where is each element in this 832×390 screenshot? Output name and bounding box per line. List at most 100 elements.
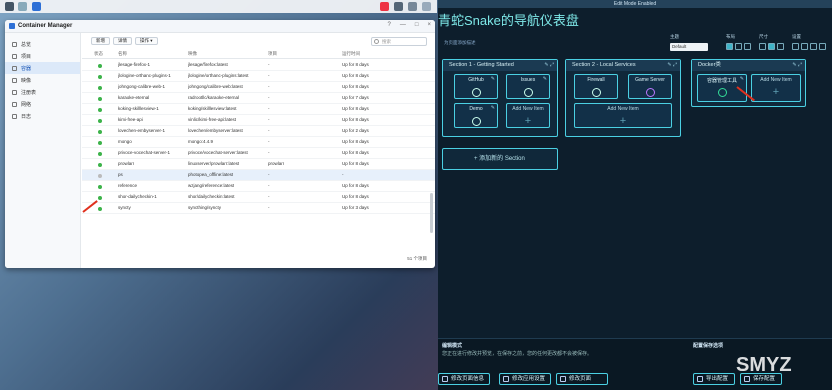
column-image[interactable]: 映像 xyxy=(188,49,197,59)
main-menu-icon[interactable] xyxy=(5,2,14,11)
sidebar-item-overview[interactable]: 总览 xyxy=(5,38,80,50)
user-icon[interactable] xyxy=(394,2,403,11)
edit-page-info-button[interactable]: 修改页面信息 xyxy=(438,373,490,385)
status-indicator-icon xyxy=(98,173,102,178)
sidebar-item-logs[interactable]: 日志 xyxy=(5,110,80,122)
cell-image: syncthing/syncty xyxy=(188,205,222,210)
section-header[interactable]: Section 1 - Getting Started ✎ ⤢ xyxy=(443,60,557,71)
minimize-button[interactable]: — xyxy=(400,22,406,28)
sidebar-item-containers[interactable]: 容器 xyxy=(5,62,80,74)
language-icon[interactable] xyxy=(819,43,826,50)
column-project[interactable]: 项目 xyxy=(268,49,277,59)
table-row[interactable]: mongo mongo:4.4.9 - Up for 8 days xyxy=(82,137,435,148)
cell-project: - xyxy=(268,95,270,100)
status-indicator-icon xyxy=(98,151,102,156)
page-title[interactable]: 青蛇Snake的导航仪表盘 xyxy=(438,10,579,29)
table-row[interactable]: prowlarr linuxserver/prowlarr:latest prowl… xyxy=(82,159,435,170)
section-getting-started: Section 1 - Getting Started ✎ ⤢ GitHub ✎ I… xyxy=(442,59,558,137)
table-row[interactable]: reference wzjang/reference:latest - Up for … xyxy=(82,181,435,192)
tile-demo[interactable]: Demo ✎ xyxy=(454,103,498,128)
theme-select[interactable]: Default xyxy=(670,43,708,51)
notification-icon[interactable] xyxy=(380,2,389,11)
table-row[interactable]: ps photopea_offline:latest - - xyxy=(82,170,435,181)
cell-uptime: - xyxy=(342,172,344,177)
search-icon[interactable] xyxy=(408,2,417,11)
table-row[interactable]: jlesage-firefox-1 jlesage/firefox:latest -… xyxy=(82,60,435,71)
table-row[interactable]: jlologine-orthanc-plugins-1 jlologine/ort… xyxy=(82,71,435,82)
theme-icon[interactable] xyxy=(801,43,808,50)
column-status[interactable]: 状态 xyxy=(94,49,103,59)
config-icon[interactable] xyxy=(810,43,817,50)
cell-project: - xyxy=(268,117,270,122)
sidebar: 总览 项目 容器 映像 注册表 网络 日志 xyxy=(5,33,81,268)
cell-project: - xyxy=(268,150,270,155)
edit-page-button[interactable]: 修改页面 xyxy=(556,373,608,385)
pen-icon[interactable]: ✎ xyxy=(740,76,744,82)
cell-project: - xyxy=(268,139,270,144)
section-menu-icons[interactable]: ✎ ⤢ xyxy=(792,60,802,71)
status-indicator-icon xyxy=(98,63,102,68)
maximize-button[interactable]: □ xyxy=(415,22,419,28)
layout-vertical-button[interactable] xyxy=(744,43,751,50)
sidebar-item-images[interactable]: 映像 xyxy=(5,74,80,86)
search-input[interactable]: 搜索 xyxy=(371,37,427,46)
sidebar-item-network[interactable]: 网络 xyxy=(5,98,80,110)
table-row[interactable]: kimi-free-api vinlic/kimi-free-api:latest… xyxy=(82,115,435,126)
wrench-icon[interactable] xyxy=(792,43,799,50)
tile-add-new-item[interactable]: Add New Item + xyxy=(574,103,672,128)
cell-image: vinlic/kimi-free-api:latest xyxy=(188,117,237,122)
layout-horizontal-button[interactable] xyxy=(735,43,742,50)
sidebar-item-registry[interactable]: 注册表 xyxy=(5,86,80,98)
widgets-icon[interactable] xyxy=(422,2,431,11)
section-menu-icons[interactable]: ✎ ⤢ xyxy=(667,60,677,71)
close-button[interactable]: × xyxy=(427,22,431,28)
new-button[interactable]: 新增 xyxy=(91,37,110,45)
cell-project: - xyxy=(268,73,270,78)
section-header[interactable]: Section 2 - Local Services ✎ ⤢ xyxy=(566,60,680,71)
table-row[interactable]: privoce-vocechat-server-1 privoce/vocecha… xyxy=(82,148,435,159)
add-section-button[interactable]: + 添加新的 Section xyxy=(442,148,558,170)
pen-icon[interactable]: ✎ xyxy=(491,76,495,82)
sidebar-item-projects[interactable]: 项目 xyxy=(5,50,80,62)
table-row[interactable]: shor-dailycheckin-1 shor/dailycheckin:lat… xyxy=(82,192,435,203)
pen-icon[interactable]: ✎ xyxy=(491,105,495,111)
table-row[interactable]: johngong-calibre-web-1 johngong/calibre-w… xyxy=(82,82,435,93)
table-row[interactable]: koking-skilllesview-1 koking/skilllesview… xyxy=(82,104,435,115)
export-icon xyxy=(697,376,703,382)
export-config-button[interactable]: 导出配置 xyxy=(693,373,735,385)
help-button[interactable]: ? xyxy=(388,22,391,28)
desktop-icon[interactable] xyxy=(18,2,27,11)
size-small-button[interactable] xyxy=(759,43,766,50)
tile-add-new-item[interactable]: Add New Item + xyxy=(751,74,801,102)
subtitle-field[interactable]: 为页面添加描述 xyxy=(444,38,504,47)
pen-icon[interactable]: ✎ xyxy=(543,76,547,82)
cell-name: karaoke-eternal xyxy=(118,95,150,100)
action-dropdown[interactable]: 操作 ▾ xyxy=(135,37,158,45)
tile-add-new-item[interactable]: Add New Item + xyxy=(506,103,550,128)
tile-github[interactable]: GitHub ✎ xyxy=(454,74,498,99)
rocket-icon xyxy=(471,117,481,126)
tile-issues[interactable]: Issues ✎ xyxy=(506,74,550,99)
table-row[interactable]: lovechen-embyserver-1 lovechen/embyserver… xyxy=(82,126,435,137)
section-header[interactable]: Docker类 ✎ ⤢ xyxy=(692,60,805,71)
edit-icon xyxy=(442,376,448,382)
details-button[interactable]: 详情 xyxy=(113,37,132,45)
project-icon xyxy=(12,53,17,59)
size-large-button[interactable] xyxy=(777,43,784,50)
layout-auto-button[interactable] xyxy=(726,43,733,50)
table-row[interactable]: karaoke-eternal radrootllc/karaoke-eterna… xyxy=(82,93,435,104)
scrollbar[interactable] xyxy=(430,193,433,233)
column-uptime[interactable]: 运行时间 xyxy=(342,49,360,59)
window-titlebar[interactable]: Container Manager xyxy=(5,20,435,33)
cell-project: - xyxy=(268,84,270,89)
section-menu-icons[interactable]: ✎ ⤢ xyxy=(544,60,554,71)
table-row[interactable]: syncty syncthing/syncty - Up for 3 days xyxy=(82,203,435,214)
edit-app-settings-button[interactable]: 修改应用设置 xyxy=(499,373,551,385)
column-name[interactable]: 名称 xyxy=(118,49,127,59)
size-medium-button[interactable] xyxy=(768,43,775,50)
layout-label: 布局 xyxy=(726,34,735,39)
tile-firewall[interactable]: Firewall xyxy=(574,74,618,99)
container-manager-taskbar-icon[interactable] xyxy=(32,2,41,11)
status-indicator-icon xyxy=(98,129,102,134)
tile-game-server[interactable]: Game Server xyxy=(628,74,672,99)
